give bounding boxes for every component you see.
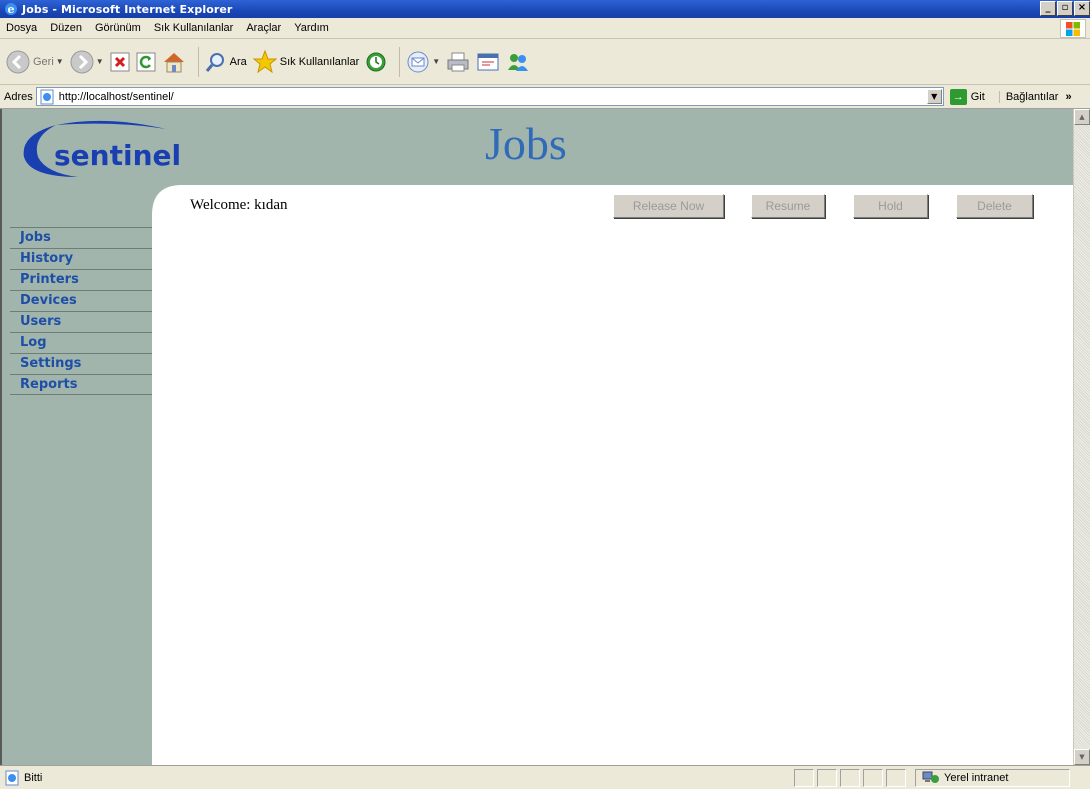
address-dropdown-icon[interactable]: ▼	[926, 89, 942, 104]
nav-item-settings[interactable]: Settings	[10, 353, 152, 374]
mail-button[interactable]: ▼	[406, 51, 440, 73]
svg-text:e: e	[8, 3, 15, 16]
vertical-scrollbar[interactable]: ▲ ▼	[1073, 109, 1090, 765]
menu-favorites[interactable]: Sık Kullanılanlar	[154, 22, 234, 34]
intranet-icon	[922, 771, 939, 783]
menu-edit[interactable]: Düzen	[50, 22, 82, 34]
maximize-button[interactable]: ▫	[1057, 1, 1073, 16]
search-button[interactable]: Ara	[205, 51, 247, 73]
menu-file[interactable]: Dosya	[6, 22, 37, 34]
page-icon	[40, 89, 54, 104]
window-title: Jobs - Microsoft Internet Explorer	[22, 2, 233, 16]
windows-logo-icon	[1060, 19, 1086, 38]
links-button[interactable]: Bağlantılar »	[998, 90, 1072, 103]
menu-tools[interactable]: Araçlar	[246, 22, 281, 34]
release-now-button[interactable]: Release Now	[613, 194, 724, 218]
nav-item-log[interactable]: Log	[10, 332, 152, 353]
ie-icon: e	[5, 3, 17, 16]
scroll-down-icon[interactable]: ▼	[1074, 749, 1090, 765]
status-pane	[817, 768, 837, 787]
logo-text: sentinel	[54, 139, 181, 172]
address-field[interactable]: ▼	[35, 87, 944, 106]
chevron-right-icon: »	[1065, 90, 1072, 103]
status-pane	[863, 768, 883, 787]
nav-item-printers[interactable]: Printers	[10, 269, 152, 290]
edit-icon	[477, 53, 499, 70]
stop-icon	[110, 52, 130, 71]
go-arrow-icon: →	[949, 88, 967, 105]
home-button[interactable]	[162, 51, 186, 73]
toolbar: Geri ▼ ▼ Ara Sık Kullanılanlar ▼	[0, 39, 1090, 85]
search-label: Ara	[229, 55, 247, 68]
menu-view[interactable]: Görünüm	[95, 22, 141, 34]
nav-item-users[interactable]: Users	[10, 311, 152, 332]
title-bar: e Jobs - Microsoft Internet Explorer _ ▫…	[0, 0, 1090, 18]
address-label: Adres	[4, 90, 33, 103]
address-bar: Adres ▼ → Git Bağlantılar »	[0, 85, 1090, 109]
menu-help[interactable]: Yardım	[294, 22, 329, 34]
scroll-up-icon[interactable]: ▲	[1074, 109, 1090, 125]
status-bar: Bitti Yerel intranet	[0, 765, 1090, 789]
refresh-button[interactable]	[136, 52, 156, 72]
minimize-button[interactable]: _	[1040, 1, 1056, 16]
go-button[interactable]: → Git	[949, 88, 985, 105]
messenger-icon	[508, 53, 529, 71]
status-pane	[840, 768, 860, 787]
page-title: Jobs	[485, 118, 567, 169]
chevron-down-icon: ▼	[432, 57, 441, 66]
favorites-button[interactable]: Sık Kullanılanlar	[252, 49, 360, 74]
delete-button[interactable]: Delete	[956, 194, 1033, 218]
toolbar-separator	[399, 46, 401, 77]
messenger-button[interactable]	[506, 51, 530, 73]
nav-item-devices[interactable]: Devices	[10, 290, 152, 311]
close-button[interactable]: ×	[1074, 1, 1090, 16]
status-pane	[886, 768, 906, 787]
status-text: Bitti	[24, 771, 43, 784]
sentinel-logo: sentinel	[23, 120, 181, 177]
star-icon	[252, 49, 277, 73]
refresh-icon	[136, 52, 156, 71]
toolbar-separator	[197, 46, 199, 77]
printer-icon	[447, 52, 469, 71]
home-icon	[163, 52, 184, 72]
forward-button[interactable]: ▼	[70, 50, 104, 74]
sidebar-nav: Jobs History Printers Devices Users Log …	[10, 227, 152, 395]
forward-arrow-icon	[70, 50, 94, 73]
history-icon	[366, 52, 386, 71]
hold-button[interactable]: Hold	[853, 194, 928, 218]
links-label: Bağlantılar	[1005, 90, 1059, 103]
nav-item-history[interactable]: History	[10, 248, 152, 269]
edit-button[interactable]	[476, 51, 500, 73]
nav-item-reports[interactable]: Reports	[10, 374, 152, 395]
welcome-text: Welcome: kıdan	[190, 197, 288, 213]
back-arrow-icon	[6, 50, 30, 73]
back-button[interactable]: Geri ▼	[6, 50, 64, 74]
menu-bar: Dosya Düzen Görünüm Sık Kullanılanlar Ar…	[0, 18, 1090, 39]
page-done-icon	[5, 770, 19, 785]
favorites-label: Sık Kullanılanlar	[279, 55, 360, 68]
search-icon	[205, 52, 224, 72]
back-label: Geri	[33, 55, 54, 68]
chevron-down-icon: ▼	[95, 57, 104, 66]
go-label: Git	[970, 90, 985, 103]
history-button[interactable]	[365, 51, 387, 73]
content-corner	[152, 185, 182, 215]
security-zone: Yerel intranet	[915, 768, 1070, 787]
chevron-down-icon: ▼	[55, 57, 64, 66]
status-pane	[794, 768, 814, 787]
address-input[interactable]	[58, 90, 919, 103]
nav-item-jobs[interactable]: Jobs	[10, 227, 152, 248]
mail-icon	[407, 51, 429, 72]
zone-label: Yerel intranet	[944, 771, 1009, 784]
page-viewport: sentinel Jobs Jobs History Printers Devi…	[0, 109, 1090, 765]
resume-button[interactable]: Resume	[751, 194, 825, 218]
stop-button[interactable]	[110, 52, 130, 72]
print-button[interactable]	[446, 51, 470, 73]
